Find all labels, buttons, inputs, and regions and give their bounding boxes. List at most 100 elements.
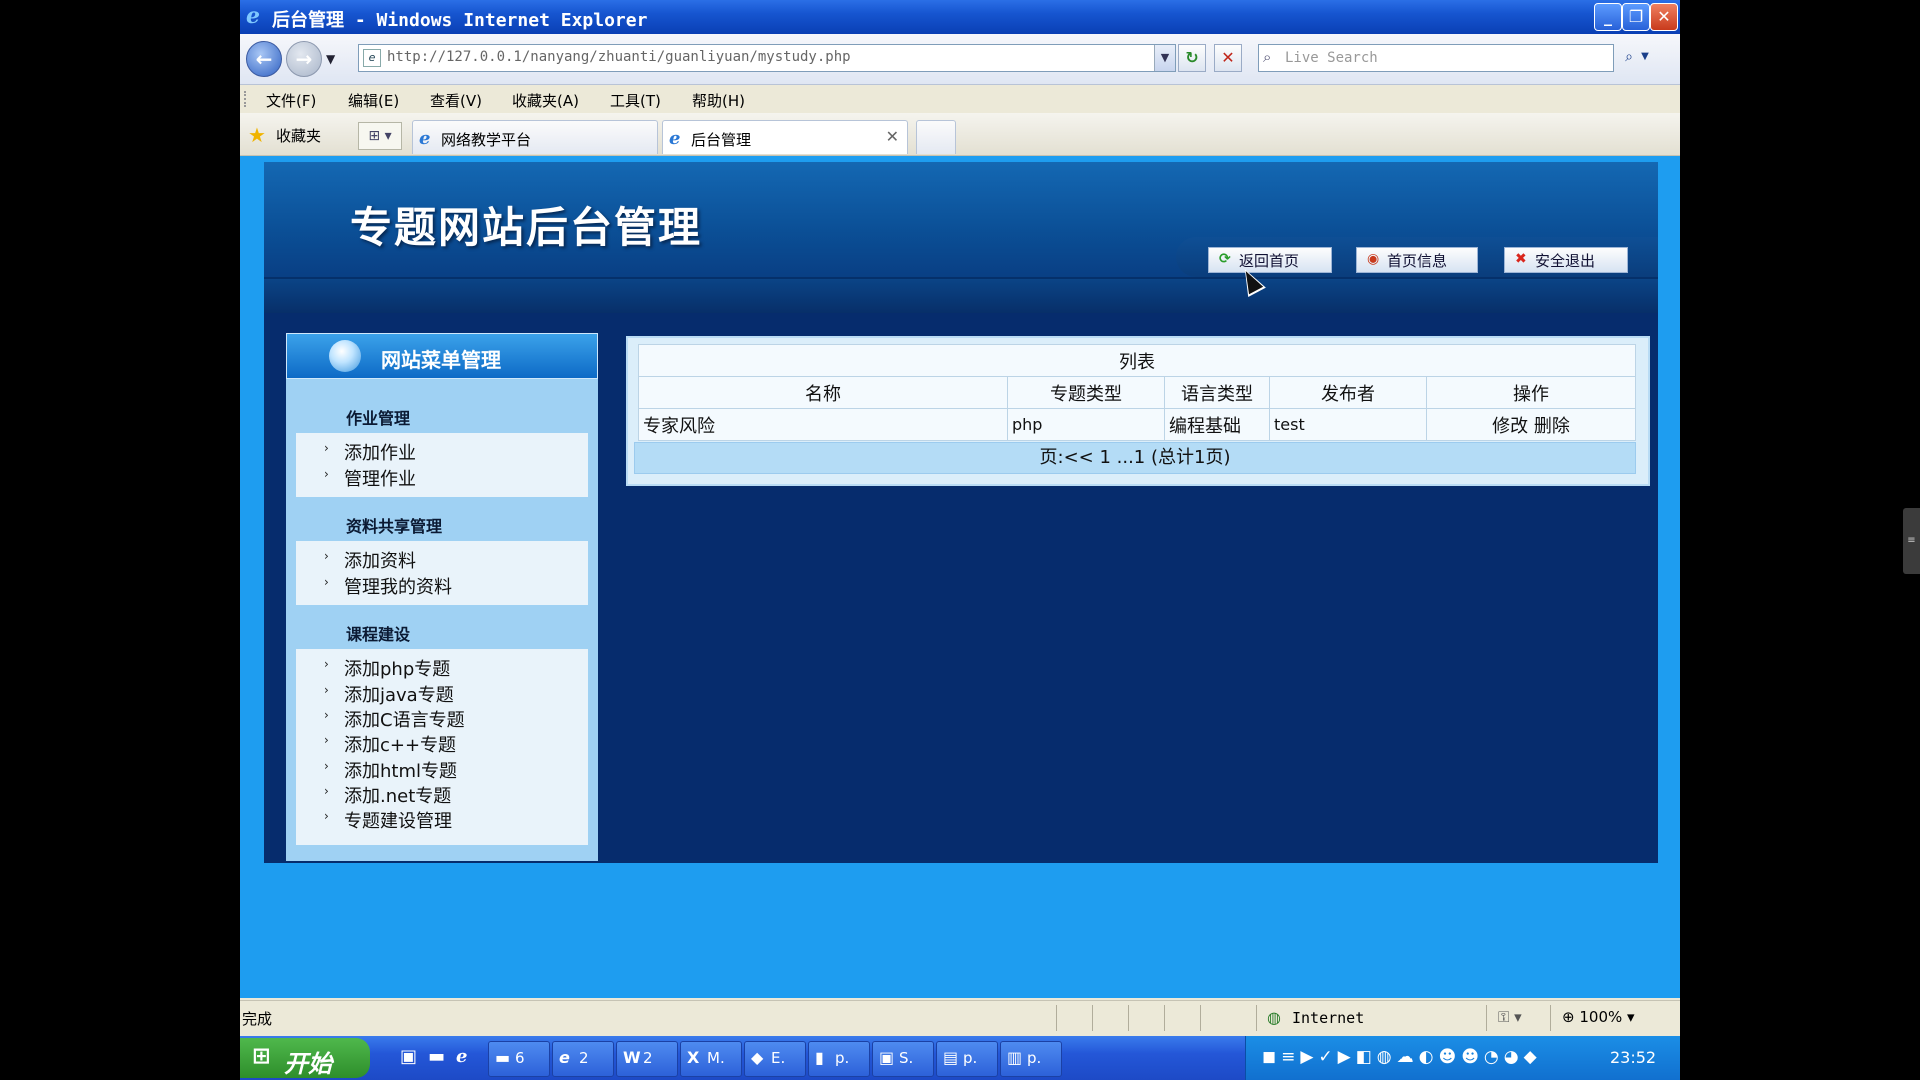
show-desktop-icon[interactable]: ▣ [400, 1046, 417, 1067]
favorites-bar: ★ 收藏夹 ⊞ ▾ e 网络教学平台 e 后台管理 ✕ [240, 113, 1680, 156]
bullet-icon: › [324, 759, 329, 773]
taskbar-button[interactable]: e2 [552, 1041, 614, 1077]
ie-icon: e [669, 128, 681, 149]
app-icon: ▤ [943, 1048, 959, 1067]
ie-icon: e [419, 128, 431, 149]
pagination[interactable]: 页:<< 1 ...1 (总计1页) [634, 442, 1636, 474]
bullet-icon: › [324, 467, 329, 481]
taskbar-button[interactable]: ▥ p. [1000, 1041, 1062, 1077]
tab-admin[interactable]: e 后台管理 ✕ [662, 120, 908, 154]
sidebar-item-add-java[interactable]: › 添加java专题 [324, 681, 454, 707]
taskbar-button[interactable]: ▣ S. [872, 1041, 934, 1077]
info-label: 首页信息 [1387, 252, 1448, 270]
star-icon[interactable]: ★ [248, 123, 266, 147]
sidebar-item-add-cpp[interactable]: › 添加c++专题 [324, 731, 456, 757]
status-divider [1256, 1005, 1257, 1031]
menu-help[interactable]: 帮助(H) [692, 90, 745, 111]
logout-button[interactable]: ✖ 安全退出 [1504, 247, 1628, 273]
address-url[interactable]: http://127.0.0.1/nanyang/zhuanti/guanliy… [387, 49, 851, 65]
sidebar-item-add-html[interactable]: › 添加html专题 [324, 757, 457, 783]
menu-view[interactable]: 查看(V) [430, 90, 482, 111]
taskbar-button[interactable]: X M. [680, 1041, 742, 1077]
close-button[interactable]: ✕ [1650, 3, 1678, 31]
taskbar-button[interactable]: W2 [616, 1041, 678, 1077]
group-homework: › 添加作业 › 管理作业 [296, 433, 588, 497]
history-dropdown-icon[interactable]: ▼ [326, 52, 335, 66]
menu-tools[interactable]: 工具(T) [610, 90, 661, 111]
app-icon: ▮ [815, 1048, 824, 1067]
protected-mode-icon[interactable]: ⚿ ▾ [1498, 1008, 1522, 1026]
ie-icon[interactable]: e [456, 1046, 467, 1067]
sidebar-item-add-php[interactable]: › 添加php专题 [324, 655, 450, 681]
bullet-icon: › [324, 784, 329, 798]
site-title: 专题网站后台管理 [350, 203, 703, 252]
security-zone[interactable]: Internet [1292, 1009, 1364, 1027]
new-tab-button[interactable] [916, 120, 956, 154]
taskbar-button[interactable]: ◆ E. [744, 1041, 806, 1077]
globe-icon: ◍ [1267, 1008, 1281, 1027]
sidebar-item-add-resource[interactable]: › 添加资料 [324, 547, 416, 573]
cell-publisher: test [1269, 408, 1427, 441]
window-title: 后台管理 - Windows Internet Explorer [272, 10, 648, 31]
address-bar[interactable]: e http://127.0.0.1/nanyang/zhuanti/guanl… [358, 44, 1176, 72]
home-button[interactable]: ⟳ 返回首页 [1208, 247, 1332, 273]
start-label: 开始 [284, 1050, 332, 1078]
menu-edit[interactable]: 编辑(E) [348, 90, 399, 111]
favorites-label[interactable]: 收藏夹 [276, 125, 321, 146]
page-icon: e [363, 49, 381, 67]
menu-file[interactable]: 文件(F) [266, 90, 316, 111]
taskbar-button[interactable]: ▮ p. [808, 1041, 870, 1077]
bullet-icon: › [324, 733, 329, 747]
cell-name: 专家风险 [638, 408, 1008, 441]
folder-icon[interactable]: ▬ [428, 1046, 445, 1067]
back-button[interactable]: ← [246, 41, 282, 77]
sidebar-item-add-homework[interactable]: › 添加作业 [324, 439, 416, 465]
side-handle[interactable]: ≡ [1903, 508, 1920, 574]
homepage-info-button[interactable]: ◉ 首页信息 [1356, 247, 1478, 273]
sidebar-item-manage-homework[interactable]: › 管理作业 [324, 465, 416, 491]
header-name: 名称 [638, 376, 1008, 409]
quick-tabs-button[interactable]: ⊞ ▾ [358, 122, 402, 150]
search-placeholder[interactable]: Live Search [1285, 50, 1378, 66]
tray-icons[interactable]: ◼≡▶✓▶◧◍☁◐☻☻◔◕◆ [1262, 1047, 1542, 1067]
taskbar-button[interactable]: ▤ p. [936, 1041, 998, 1077]
delete-link[interactable]: 删除 [1534, 416, 1570, 437]
header-publisher: 发布者 [1269, 376, 1427, 409]
sidebar-item-manage-resources[interactable]: › 管理我的资料 [324, 573, 452, 599]
sidebar-title: 网站菜单管理 [381, 348, 501, 372]
status-divider [1550, 1005, 1551, 1031]
bullet-icon: › [324, 549, 329, 563]
search-box[interactable]: ⌕ Live Search [1258, 44, 1614, 72]
sidebar-header: 网站菜单管理 [286, 333, 598, 379]
status-divider [1056, 1005, 1057, 1031]
chevron-down-icon[interactable]: ▼ [1154, 45, 1175, 71]
group-title-courses: 课程建设 [346, 625, 411, 644]
sidebar-item-add-c[interactable]: › 添加C语言专题 [324, 706, 465, 732]
tab-teaching-platform[interactable]: e 网络教学平台 [412, 120, 658, 154]
banner-strip [264, 279, 1658, 313]
search-options-icon[interactable]: ▼ [1638, 44, 1652, 70]
excel-icon: X [687, 1048, 700, 1067]
bullet-icon: › [324, 708, 329, 722]
maximize-button[interactable]: ❐ [1622, 3, 1650, 31]
menu-favorites[interactable]: 收藏夹(A) [512, 90, 579, 111]
toolbar-grip [244, 91, 249, 107]
forward-button[interactable]: → [286, 41, 322, 77]
sidebar-item-topic-management[interactable]: › 专题建设管理 [324, 807, 452, 833]
search-icon: ⌕ [1263, 48, 1272, 66]
close-tab-icon[interactable]: ✕ [886, 127, 899, 146]
group-title-homework: 作业管理 [346, 409, 411, 428]
minimize-button[interactable]: _ [1594, 3, 1622, 31]
edit-link[interactable]: 修改 [1492, 416, 1528, 437]
taskbar-button[interactable]: ▬ 6 [488, 1041, 550, 1077]
start-button[interactable]: ⊞ 开始 [240, 1038, 370, 1078]
zoom-control[interactable]: ⊕ 100% ▾ [1562, 1008, 1635, 1026]
group-title-resources: 资料共享管理 [346, 517, 443, 536]
stop-button[interactable]: ✕ [1214, 44, 1242, 72]
list-panel: 列表 名称 专题类型 语言类型 发布者 操作 专家风险 php 编程基础 tes… [626, 336, 1650, 486]
header-actions: 操作 [1426, 376, 1636, 409]
refresh-button[interactable]: ↻ [1178, 44, 1206, 72]
navigation-bar: ← → ▼ e http://127.0.0.1/nanyang/zhuanti… [240, 34, 1680, 85]
sidebar-item-add-dotnet[interactable]: › 添加.net专题 [324, 782, 451, 808]
cell-language-type: 编程基础 [1164, 408, 1270, 441]
